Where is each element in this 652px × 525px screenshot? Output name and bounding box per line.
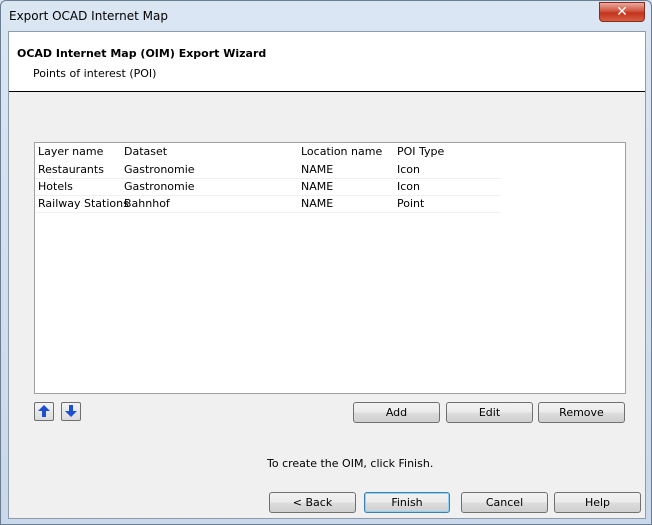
wizard-subtitle: Points of interest (POI) bbox=[33, 67, 157, 80]
column-header-location-name[interactable]: Location name bbox=[301, 143, 382, 160]
add-button[interactable]: Add bbox=[353, 402, 440, 423]
wizard-title: OCAD Internet Map (OIM) Export Wizard bbox=[17, 47, 267, 60]
poi-list[interactable]: Layer name Dataset Location name POI Typ… bbox=[34, 142, 626, 394]
wizard-content: OCAD Internet Map (OIM) Export Wizard Po… bbox=[8, 31, 646, 519]
column-header-layer-name[interactable]: Layer name bbox=[38, 143, 103, 160]
back-button[interactable]: < Back bbox=[269, 492, 356, 513]
close-icon: ✕ bbox=[616, 4, 628, 20]
cell-location-name: NAME bbox=[301, 180, 334, 193]
close-button[interactable]: ✕ bbox=[599, 2, 645, 22]
list-item[interactable]: Railway Stations Bahnhof NAME Point bbox=[35, 195, 501, 213]
move-down-button[interactable] bbox=[61, 402, 81, 421]
window-title: Export OCAD Internet Map bbox=[9, 9, 168, 23]
list-item[interactable]: Restaurants Gastronomie NAME Icon bbox=[35, 161, 501, 179]
cell-location-name: NAME bbox=[301, 163, 334, 176]
cell-dataset: Gastronomie bbox=[124, 163, 195, 176]
column-header-poi-type[interactable]: POI Type bbox=[397, 143, 444, 160]
remove-button[interactable]: Remove bbox=[538, 402, 625, 423]
help-button[interactable]: Help bbox=[554, 492, 641, 513]
cancel-button[interactable]: Cancel bbox=[461, 492, 548, 513]
finish-hint: To create the OIM, click Finish. bbox=[267, 457, 434, 470]
cell-poi-type: Icon bbox=[397, 163, 420, 176]
arrow-down-icon bbox=[65, 405, 77, 417]
cell-location-name: NAME bbox=[301, 197, 334, 210]
cell-dataset: Bahnhof bbox=[124, 197, 170, 210]
cell-poi-type: Point bbox=[397, 197, 425, 210]
edit-button[interactable]: Edit bbox=[446, 402, 533, 423]
column-header-dataset[interactable]: Dataset bbox=[124, 143, 167, 160]
move-up-button[interactable] bbox=[34, 402, 54, 421]
cell-dataset: Gastronomie bbox=[124, 180, 195, 193]
export-oim-window: Export OCAD Internet Map ✕ OCAD Internet… bbox=[0, 0, 652, 525]
cell-poi-type: Icon bbox=[397, 180, 420, 193]
arrow-up-icon bbox=[38, 405, 50, 417]
list-item[interactable]: Hotels Gastronomie NAME Icon bbox=[35, 178, 501, 196]
title-bar[interactable]: Export OCAD Internet Map ✕ bbox=[1, 1, 651, 31]
cell-layer-name: Restaurants bbox=[38, 163, 104, 176]
wizard-header: OCAD Internet Map (OIM) Export Wizard Po… bbox=[9, 32, 645, 92]
cell-layer-name: Hotels bbox=[38, 180, 73, 193]
cell-layer-name: Railway Stations bbox=[38, 197, 129, 210]
finish-button[interactable]: Finish bbox=[364, 492, 450, 513]
